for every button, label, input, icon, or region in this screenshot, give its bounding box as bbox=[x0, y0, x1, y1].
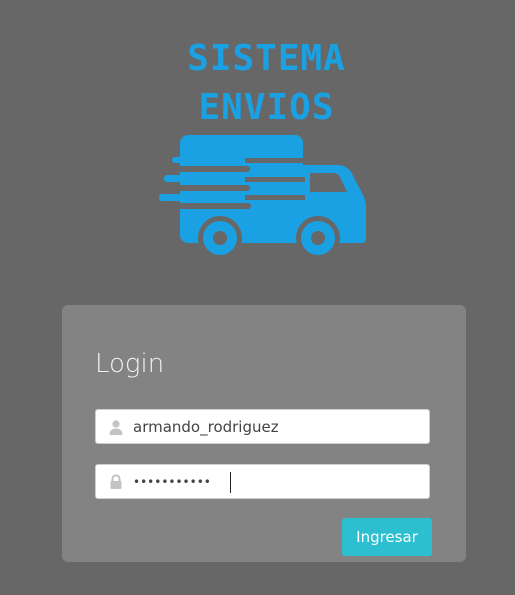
brand-logo: SISTEMA ENVIOS bbox=[0, 0, 515, 280]
password-input[interactable] bbox=[133, 465, 423, 498]
login-title: Login bbox=[95, 349, 165, 379]
username-input[interactable] bbox=[133, 410, 423, 443]
brand-title-line2: ENVIOS bbox=[198, 87, 335, 128]
lock-icon bbox=[110, 474, 122, 489]
user-icon bbox=[109, 420, 123, 435]
username-field[interactable] bbox=[95, 409, 430, 444]
delivery-truck-icon bbox=[159, 135, 366, 260]
brand-title-line1: SISTEMA bbox=[187, 38, 346, 79]
submit-button[interactable]: Ingresar bbox=[342, 518, 432, 556]
password-field[interactable] bbox=[95, 464, 430, 499]
text-cursor bbox=[230, 472, 231, 493]
login-card: Login Ingresar bbox=[62, 305, 466, 562]
